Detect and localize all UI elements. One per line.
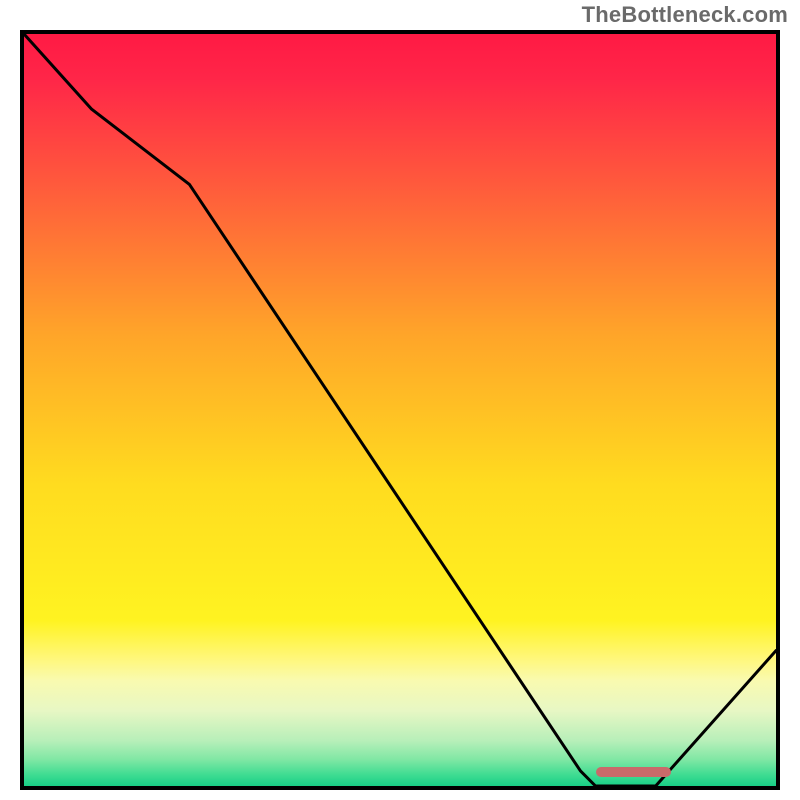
watermark-text: TheBottleneck.com — [582, 2, 788, 28]
bottleneck-curve — [24, 34, 776, 786]
plot-curve-layer — [24, 34, 776, 786]
plot-frame — [20, 30, 780, 790]
plot-area — [24, 34, 776, 786]
optimal-range-marker — [596, 767, 671, 777]
